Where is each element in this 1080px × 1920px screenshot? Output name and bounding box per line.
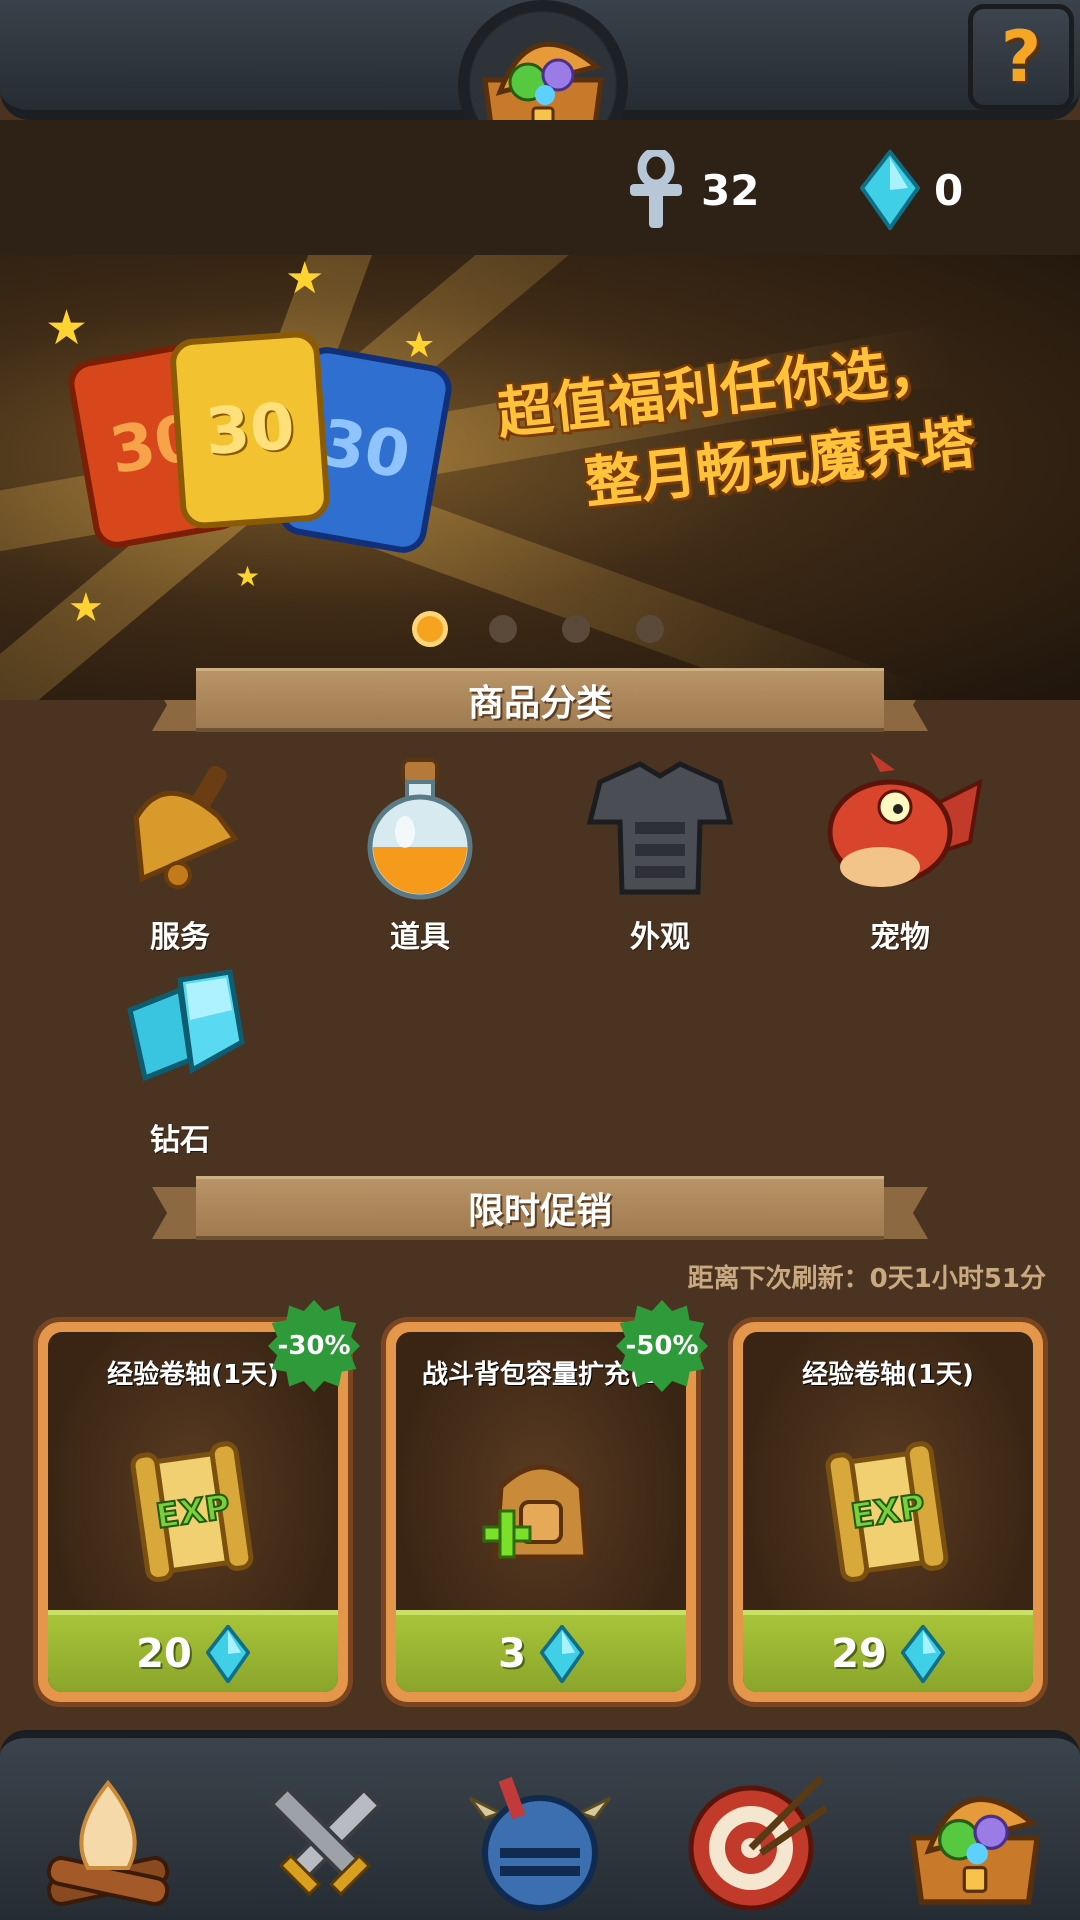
price-value: 20	[136, 1630, 192, 1677]
category-label: 钻石	[150, 1123, 210, 1158]
product-card[interactable]: 经验卷轴(1天) EXP 29	[733, 1322, 1043, 1702]
ankh-value: 32	[701, 165, 760, 215]
card-value: 30	[314, 405, 416, 495]
banner-headline: 超值福利任你选， 整月畅玩魔界塔	[493, 314, 1080, 532]
nav-shop[interactable]	[895, 1763, 1055, 1920]
category-appearance[interactable]: 外观	[560, 752, 760, 955]
discount-value: -30%	[277, 1331, 351, 1361]
bell-icon	[133, 765, 239, 889]
crossed-swords-icon	[269, 1785, 383, 1897]
bottom-nav	[0, 1730, 1080, 1920]
categories-title: 商品分类	[467, 682, 612, 724]
diamond-counter: 0	[860, 150, 963, 230]
price-value: 3	[498, 1630, 526, 1677]
armor-icon	[586, 761, 734, 895]
category-label: 外观	[630, 920, 690, 955]
category-label: 道具	[390, 920, 450, 955]
help-label: ?	[1000, 16, 1042, 98]
diamond-value: 0	[934, 165, 964, 215]
nav-quest[interactable]	[676, 1763, 836, 1920]
month-card-gold: 30	[168, 329, 332, 531]
diamond-icon	[900, 1624, 945, 1683]
star-icon: ★	[45, 300, 89, 356]
dragon-icon	[827, 752, 983, 887]
banner-pagination	[0, 611, 1080, 655]
page-dot[interactable]	[636, 615, 664, 643]
card-value: 30	[202, 389, 298, 471]
diamond-icon	[127, 969, 245, 1082]
page-dot[interactable]	[562, 615, 590, 643]
category-pets[interactable]: 宠物	[800, 752, 1000, 955]
exp-scroll-icon: EXP	[825, 1441, 949, 1582]
price-bar[interactable]: 3	[396, 1610, 686, 1692]
diamond-icon	[539, 1624, 584, 1683]
refresh-label: 距离下次刷新：	[687, 1264, 870, 1294]
star-icon: ★	[403, 325, 436, 366]
nav-hero[interactable]	[460, 1763, 620, 1920]
knight-helmet-icon	[468, 1776, 612, 1911]
backpack-plus-icon	[482, 1464, 589, 1560]
potion-icon	[367, 758, 473, 900]
nav-camp[interactable]	[28, 1763, 188, 1920]
ankh-counter: 32	[625, 150, 759, 230]
product-title: 经验卷轴(1天)	[802, 1360, 974, 1390]
refresh-timer: 距离下次刷新：0天1小时51分	[688, 1258, 1046, 1295]
page-dot-active[interactable]	[412, 611, 448, 647]
campfire-icon	[46, 1779, 170, 1906]
price-bar[interactable]: 20	[48, 1610, 338, 1692]
nav-battle[interactable]	[245, 1763, 405, 1920]
refresh-value: 0天1小时51分	[869, 1264, 1046, 1294]
category-label: 宠物	[870, 920, 930, 955]
categories-heading: 商品分类	[196, 668, 884, 732]
star-icon: ★	[285, 255, 325, 304]
category-service[interactable]: 服务	[80, 752, 280, 955]
discount-value: -50%	[625, 1331, 699, 1361]
page-dot[interactable]	[489, 615, 517, 643]
sale-heading: 限时促销	[196, 1176, 884, 1240]
price-value: 29	[831, 1630, 887, 1677]
treasure-chest-icon	[909, 1796, 1041, 1905]
category-diamonds[interactable]: 钻石	[80, 955, 280, 1158]
sale-title: 限时促销	[467, 1190, 612, 1232]
ankh-icon	[630, 150, 682, 228]
exp-scroll-icon: EXP	[130, 1441, 254, 1582]
star-icon: ★	[235, 560, 261, 593]
diamond-icon	[205, 1624, 250, 1683]
category-label: 服务	[150, 920, 210, 955]
price-bar[interactable]: 29	[743, 1610, 1033, 1692]
target-arrows-icon	[688, 1775, 828, 1911]
diamond-icon	[860, 150, 920, 230]
help-button[interactable]: ?	[968, 4, 1074, 110]
category-items[interactable]: 道具	[320, 752, 520, 955]
